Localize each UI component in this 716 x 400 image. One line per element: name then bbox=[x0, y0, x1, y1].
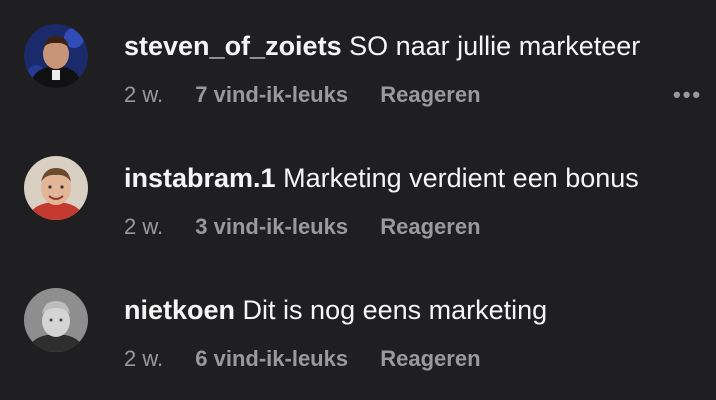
comment-item: instabram.1 Marketing verdient een bonus… bbox=[0, 132, 716, 242]
avatar-image bbox=[24, 24, 88, 88]
comment-timestamp: 2 w. bbox=[124, 214, 164, 239]
reply-button[interactable]: Reageren bbox=[380, 82, 480, 108]
avatar-image bbox=[24, 288, 88, 352]
comment-item: nietkoen Dit is nog eens marketing 2 w. … bbox=[0, 264, 716, 374]
comment-text: Dit is nog eens marketing bbox=[242, 295, 548, 325]
avatar[interactable] bbox=[24, 24, 88, 88]
comment-meta: 2 w. 7 vind-ik-leuks Reageren ••• bbox=[124, 82, 700, 108]
avatar-image bbox=[24, 156, 88, 220]
more-options-icon[interactable]: ••• bbox=[673, 82, 702, 108]
comment-timestamp: 2 w. bbox=[124, 82, 164, 107]
comment-text: SO naar jullie marketeer bbox=[349, 31, 641, 61]
comment-line: steven_of_zoiets SO naar jullie marketee… bbox=[124, 30, 640, 62]
comment-username[interactable]: instabram.1 bbox=[124, 163, 276, 193]
comment-meta: 2 w. 3 vind-ik-leuks Reageren bbox=[124, 214, 481, 240]
comment-username[interactable]: steven_of_zoiets bbox=[124, 31, 342, 61]
comment-line: nietkoen Dit is nog eens marketing bbox=[124, 294, 547, 326]
comment-list: steven_of_zoiets SO naar jullie marketee… bbox=[0, 0, 716, 400]
avatar[interactable] bbox=[24, 156, 88, 220]
comment-timestamp: 2 w. bbox=[124, 346, 164, 371]
comment-meta: 2 w. 6 vind-ik-leuks Reageren bbox=[124, 346, 481, 372]
likes-count-button[interactable]: 7 vind-ik-leuks bbox=[195, 82, 348, 108]
reply-button[interactable]: Reageren bbox=[380, 346, 480, 372]
avatar[interactable] bbox=[24, 288, 88, 352]
likes-count-button[interactable]: 6 vind-ik-leuks bbox=[195, 346, 348, 372]
comment-username[interactable]: nietkoen bbox=[124, 295, 235, 325]
reply-button[interactable]: Reageren bbox=[380, 214, 480, 240]
comment-line: instabram.1 Marketing verdient een bonus bbox=[124, 162, 639, 194]
comment-text: Marketing verdient een bonus bbox=[283, 163, 639, 193]
comment-item: steven_of_zoiets SO naar jullie marketee… bbox=[0, 0, 716, 110]
likes-count-button[interactable]: 3 vind-ik-leuks bbox=[195, 214, 348, 240]
